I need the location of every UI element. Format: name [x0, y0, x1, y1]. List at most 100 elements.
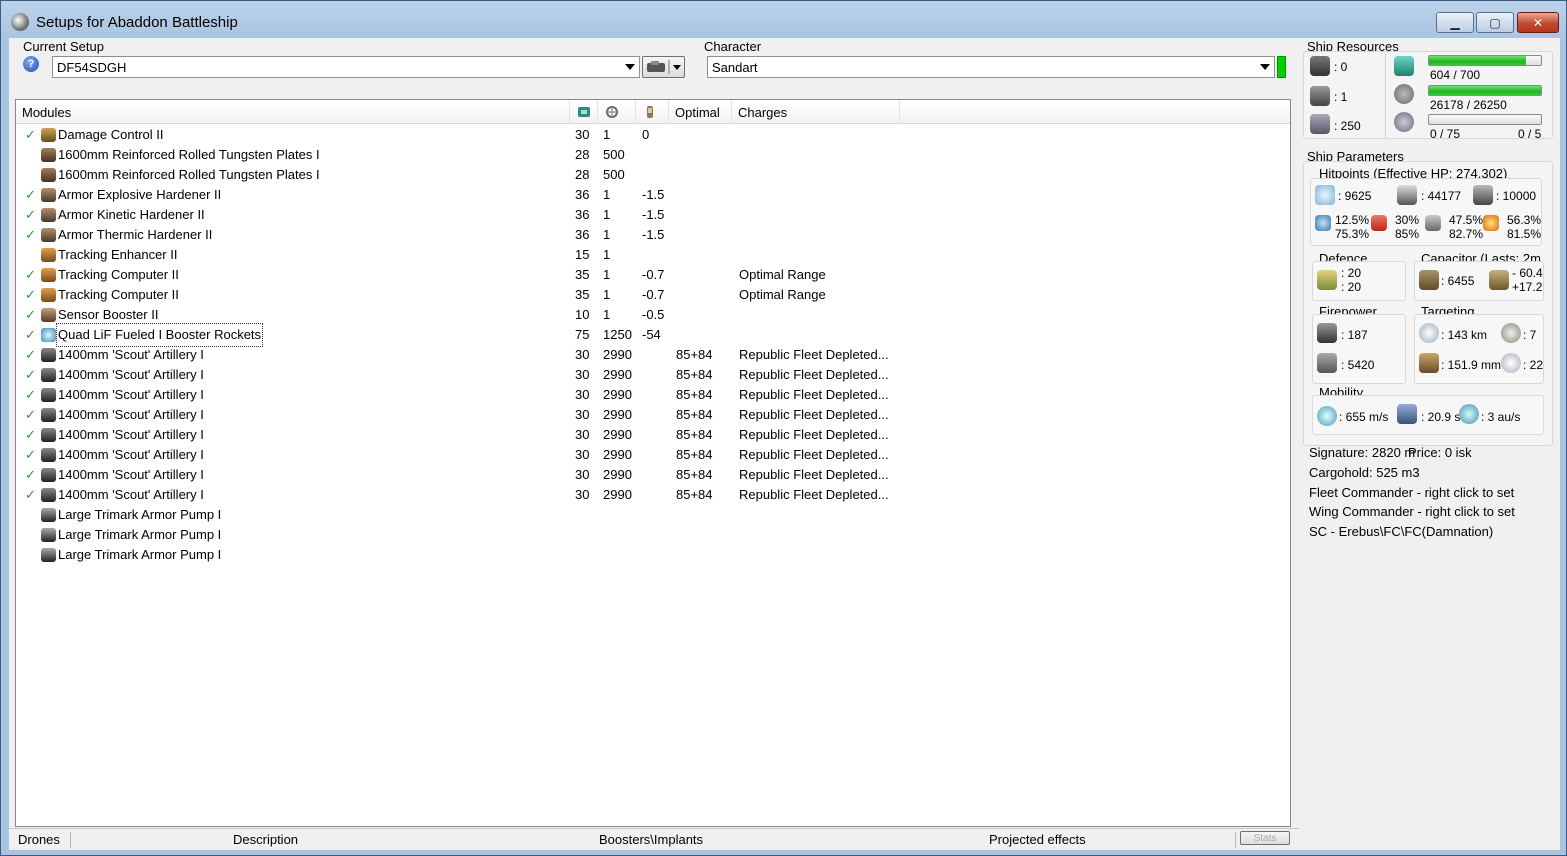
velocity-value: : 655 m/s [1339, 410, 1389, 424]
module-row[interactable]: ✓ Armor Kinetic Hardener II 36 1 -1.5 [16, 205, 1290, 225]
column-header-modules[interactable]: Modules [16, 100, 570, 124]
help-icon[interactable]: ? [23, 56, 39, 72]
boosters-implants-tab[interactable]: Boosters\Implants [599, 832, 703, 847]
stats-button[interactable]: Stats [1240, 831, 1290, 845]
price-text: Price: 0 isk [1408, 445, 1472, 460]
minimize-button[interactable]: ▁ [1436, 12, 1474, 33]
maximize-button[interactable]: ▢ [1476, 12, 1514, 33]
module-active-check-icon[interactable]: ✓ [25, 425, 36, 445]
module-row[interactable]: ✓ Sensor Booster II 10 1 -0.5 [16, 305, 1290, 325]
module-row[interactable]: ✓ 1400mm 'Scout' Artillery I 30 2990 85+84 Re… [16, 405, 1290, 425]
description-tab[interactable]: Description [233, 832, 298, 847]
drone-bandwidth-bar [1428, 114, 1542, 125]
close-button[interactable]: ✕ [1517, 12, 1559, 33]
module-name: 1400mm 'Scout' Artillery I [58, 427, 204, 442]
artillery-icon [41, 488, 56, 502]
module-row[interactable]: Tracking Enhancer II 15 1 [16, 245, 1290, 265]
column-header-cpu[interactable] [570, 100, 598, 124]
module-row[interactable]: Large Trimark Armor Pump I [16, 525, 1290, 545]
module-active-check-icon[interactable]: ✓ [25, 445, 36, 465]
module-cpu: 36 [575, 187, 590, 202]
module-powergrid: 1 [603, 267, 611, 282]
cpu-bar [1428, 55, 1542, 66]
module-row[interactable]: ✓ 1400mm 'Scout' Artillery I 30 2990 85+84 Re… [16, 365, 1290, 385]
module-row[interactable]: ✓ Armor Explosive Hardener II 36 1 -1.5 [16, 185, 1290, 205]
shield-hp-value: : 9625 [1338, 189, 1372, 203]
module-row[interactable]: ✓ Armor Thermic Hardener II 36 1 -1.5 [16, 225, 1290, 245]
module-name: Tracking Computer II [58, 287, 179, 302]
capacitor-recharge-icon [1489, 270, 1509, 290]
module-active-check-icon[interactable]: ✓ [25, 265, 36, 285]
module-name: 1400mm 'Scout' Artillery I [58, 347, 204, 362]
squad-commander-text[interactable]: SC - Erebus\FC\FC(Damnation) [1309, 524, 1493, 539]
module-active-check-icon[interactable]: ✓ [25, 325, 36, 345]
module-cpu: 30 [575, 407, 590, 422]
drone-count-value: 0 / 5 [1518, 127, 1542, 141]
projected-effects-tab[interactable]: Projected effects [989, 832, 1086, 847]
character-label: Character [704, 39, 762, 54]
module-active-check-icon[interactable]: ✓ [25, 385, 36, 405]
defence-value-b: : 20 [1341, 280, 1362, 294]
module-active-check-icon[interactable]: ✓ [25, 125, 36, 145]
module-active-check-icon[interactable]: ✓ [25, 305, 36, 325]
module-capacitor: -1.5 [642, 227, 665, 242]
drones-tab[interactable]: Drones [18, 832, 60, 847]
ship-resources-panel: : 0 : 1 : 250 604 / 700 26178 / 26250 0 … [1303, 51, 1553, 141]
module-active-check-icon[interactable]: ✓ [25, 405, 36, 425]
module-row[interactable]: Large Trimark Armor Pump I [16, 505, 1290, 525]
targeting-panel: : 143 km : 7 : 151.9 mm : 22 [1414, 314, 1544, 384]
explosive-resist-shield: 56.3% [1507, 213, 1542, 227]
module-row[interactable]: ✓ Quad LiF Fueled I Booster Rockets 75 1250… [16, 323, 1290, 347]
character-select[interactable]: Sandart [707, 56, 1275, 78]
module-name: Tracking Computer II [58, 267, 179, 282]
module-row[interactable]: ✓ 1400mm 'Scout' Artillery I 30 2990 85+84 Re… [16, 345, 1290, 365]
module-active-check-icon[interactable]: ✓ [25, 345, 36, 365]
module-row[interactable]: Large Trimark Armor Pump I [16, 545, 1290, 565]
modules-list[interactable]: Modules Optimal Charges ✓ Damage Control … [15, 99, 1291, 827]
module-active-check-icon[interactable]: ✓ [25, 465, 36, 485]
module-row[interactable]: ✓ Damage Control II 30 1 0 [16, 125, 1290, 145]
capacitor-usage: - 60.4 [1512, 266, 1543, 280]
module-active-check-icon[interactable]: ✓ [25, 485, 36, 505]
column-header-powergrid[interactable] [598, 100, 636, 124]
module-row[interactable]: ✓ Tracking Computer II 35 1 -0.7 Optimal Rang… [16, 285, 1290, 305]
column-header-capacitor[interactable] [636, 100, 669, 124]
module-optimal: 85+84 [676, 487, 713, 502]
module-powergrid: 2990 [603, 387, 632, 402]
module-cpu: 30 [575, 467, 590, 482]
module-active-check-icon[interactable]: ✓ [25, 185, 36, 205]
defence-panel: : 20 : 20 [1312, 261, 1406, 301]
module-row[interactable]: ✓ 1400mm 'Scout' Artillery I 30 2990 85+84 Re… [16, 485, 1290, 505]
module-capacitor: -1.5 [642, 187, 665, 202]
column-header-charges[interactable]: Charges [732, 100, 900, 124]
module-row[interactable]: ✓ 1400mm 'Scout' Artillery I 30 2990 85+84 Re… [16, 385, 1290, 405]
wing-commander-text[interactable]: Wing Commander - right click to set [1309, 504, 1515, 519]
module-active-check-icon[interactable]: ✓ [25, 205, 36, 225]
artillery-icon [41, 448, 56, 462]
fleet-commander-text[interactable]: Fleet Commander - right click to set [1309, 485, 1514, 500]
module-row[interactable]: 1600mm Reinforced Rolled Tungsten Plates… [16, 165, 1290, 185]
title-bar[interactable]: Setups for Abaddon Battleship ▁ ▢ ✕ [1, 1, 1566, 37]
module-cpu: 10 [575, 307, 590, 322]
thermal-resist-shield: 30% [1395, 213, 1420, 227]
capacitor-icon [647, 106, 653, 118]
module-active-check-icon[interactable]: ✓ [25, 285, 36, 305]
setup-actions-button[interactable] [642, 56, 685, 78]
module-powergrid: 2990 [603, 407, 632, 422]
module-row[interactable]: ✓ 1400mm 'Scout' Artillery I 30 2990 85+84 Re… [16, 465, 1290, 485]
setup-select[interactable]: DF54SDGH [52, 56, 640, 78]
module-name: 1400mm 'Scout' Artillery I [58, 487, 204, 502]
module-active-check-icon[interactable]: ✓ [25, 365, 36, 385]
module-row[interactable]: ✓ Tracking Computer II 35 1 -0.7 Optimal Rang… [16, 265, 1290, 285]
module-row[interactable]: 1600mm Reinforced Rolled Tungsten Plates… [16, 145, 1290, 165]
module-row[interactable]: ✓ 1400mm 'Scout' Artillery I 30 2990 85+84 Re… [16, 445, 1290, 465]
module-active-check-icon[interactable]: ✓ [25, 225, 36, 245]
module-charges: Republic Fleet Depleted... [739, 487, 889, 502]
column-header-optimal[interactable]: Optimal [669, 100, 732, 124]
module-row[interactable]: ✓ 1400mm 'Scout' Artillery I 30 2990 85+84 Re… [16, 425, 1290, 445]
module-charges: Republic Fleet Depleted... [739, 367, 889, 382]
module-name: Armor Thermic Hardener II [58, 227, 213, 242]
module-name: Armor Kinetic Hardener II [58, 207, 205, 222]
module-capacitor: 0 [642, 127, 650, 142]
explosive-resist-icon [1483, 215, 1499, 231]
